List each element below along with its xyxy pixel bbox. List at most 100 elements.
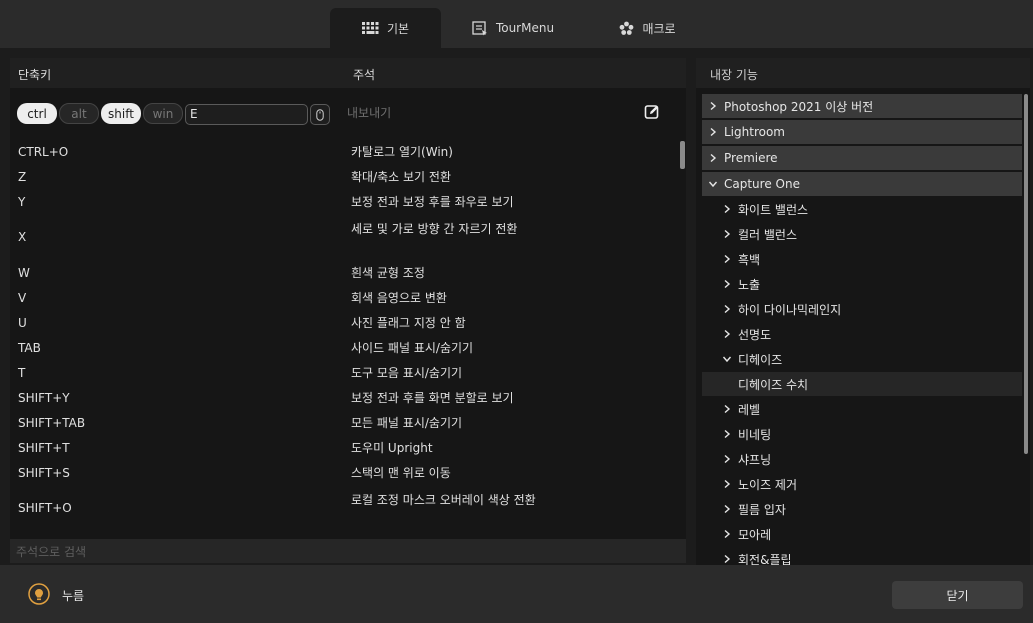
row-key: CTRL+O [18,145,69,159]
comment-input[interactable]: 내보내기 [347,104,391,121]
tab-macro[interactable]: 매크로 [605,8,690,48]
tree-group-label: Premiere [724,151,778,165]
tree-item-label: 레벨 [738,402,761,417]
chevron-right-icon [724,229,731,239]
tree-group-photoshop[interactable]: Photoshop 2021 이상 버전 [702,94,1022,118]
tree-item-color-balance[interactable]: 컬러 밸런스 [718,222,1018,246]
row-comment: 사진 플래그 지정 안 함 [351,316,466,330]
chevron-right-icon [710,153,717,163]
row-comment: 카탈로그 열기(Win) [351,145,453,159]
row-key: SHIFT+TAB [18,416,86,430]
tree-item-noise-reduction[interactable]: 노이즈 제거 [718,472,1018,496]
row-comment: 스택의 맨 위로 이동 [351,466,451,480]
tree-group-capture-one[interactable]: Capture One [702,172,1022,196]
modifier-ctrl-toggle[interactable]: ctrl [17,103,57,124]
edit-icon[interactable] [644,104,660,120]
tree-item-label: 샤프닝 [738,452,772,467]
chevron-right-icon [724,504,731,514]
shortcut-list-scrollbar[interactable] [680,141,685,169]
menu-list-icon [472,20,487,35]
builtin-functions-panel: 내장 기능 Photoshop 2021 이상 버전 Lightroom Pre… [696,58,1030,565]
keyboard-icon [361,22,379,34]
press-label: 누름 [62,589,85,603]
tree-item-label: 컬러 밸런스 [738,227,798,242]
tree-item-rotate-flip[interactable]: 회전&플립 [718,547,1018,565]
tree-group-lightroom[interactable]: Lightroom [702,120,1022,144]
row-comment: 확대/축소 보기 전환 [351,170,451,184]
footer: 누름 닫기 [0,565,1033,623]
tree-item-dehaze[interactable]: 디헤이즈 [718,347,1018,371]
chevron-right-icon [724,204,731,214]
chevron-right-icon [724,554,731,564]
tree-item-label: 노이즈 제거 [738,477,798,492]
tree-group-label: Lightroom [724,125,785,139]
tree-item-film-grain[interactable]: 필름 입자 [718,497,1018,521]
row-key: SHIFT+T [18,441,70,455]
comment-search-input[interactable]: 주석으로 검색 [10,539,686,563]
lightbulb-icon[interactable] [28,583,50,605]
tree-group-premiere[interactable]: Premiere [702,146,1022,170]
tree-item-sharpening[interactable]: 샤프닝 [718,447,1018,471]
shortcut-list-header: 단축키 주석 [10,58,686,88]
chevron-right-icon [710,127,717,137]
modifier-win-toggle[interactable]: win [143,103,183,124]
chevron-right-icon [724,304,731,314]
row-comment: 보정 전과 보정 후를 좌우로 보기 [351,195,514,209]
builtin-tree-scrollbar[interactable] [1024,94,1028,454]
builtin-functions-title: 내장 기능 [710,68,758,82]
tree-item-label: 흑백 [738,252,761,267]
row-comment: 보정 전과 후를 화면 분할로 보기 [351,391,514,405]
row-key: V [18,291,27,305]
tree-item-hdr[interactable]: 하이 다이나믹레인지 [718,297,1018,321]
column-header-key: 단축키 [18,68,52,82]
chevron-right-icon [724,479,731,489]
tree-item-label: 디헤이즈 수치 [738,377,809,392]
chevron-right-icon [724,254,731,264]
modifier-alt-toggle[interactable]: alt [59,103,99,124]
row-key: SHIFT+Y [18,391,70,405]
row-key: SHIFT+S [18,466,70,480]
mouse-button-toggle[interactable] [310,104,330,125]
row-comment: 흰색 균형 조정 [351,266,425,280]
close-button[interactable]: 닫기 [892,581,1023,609]
tab-basic-label: 기본 [386,21,410,36]
tab-tourmenu-label: TourMenu [495,21,555,35]
tree-group-label: Photoshop 2021 이상 버전 [724,99,874,114]
chevron-right-icon [724,529,731,539]
row-key: TAB [18,341,41,355]
tree-item-label: 필름 입자 [738,502,786,517]
column-header-comment: 주석 [353,68,376,82]
row-comment: 모든 패널 표시/숨기기 [351,416,463,430]
row-key: Z [18,170,27,184]
tree-item-label: 디헤이즈 [738,352,783,367]
row-comment: 도우미 Upright [351,441,433,455]
tree-item-white-balance[interactable]: 화이트 밸런스 [718,197,1018,221]
row-comment: 회색 음영으로 변환 [351,291,447,305]
chevron-right-icon [710,101,717,111]
chevron-down-icon [708,181,718,188]
builtin-functions-header: 내장 기능 [696,58,1030,88]
modifier-shift-toggle[interactable]: shift [101,103,141,124]
tree-item-moire[interactable]: 모아레 [718,522,1018,546]
shortcut-panel: 단축키 주석 ctrl alt shift win E 내보내기 CTRL+O 카… [10,58,686,563]
row-comment: 세로 및 가로 방향 간 자르기 전환 [351,222,518,236]
row-comment: 도구 모음 표시/숨기기 [351,366,463,380]
tree-item-label: 비네팅 [738,427,772,442]
tree-item-label: 선명도 [738,327,772,342]
row-key: W [18,266,30,280]
chevron-right-icon [724,329,731,339]
chevron-right-icon [724,454,731,464]
tree-item-exposure[interactable]: 노출 [718,272,1018,296]
tree-item-label: 화이트 밸런스 [738,202,809,217]
tree-group-label: Capture One [724,177,800,191]
tree-item-levels[interactable]: 레벨 [718,397,1018,421]
tab-basic[interactable]: 기본 [330,8,441,48]
tree-item-vignetting[interactable]: 비네팅 [718,422,1018,446]
row-key: U [18,316,27,330]
tab-tourmenu[interactable]: TourMenu [463,8,563,48]
tree-item-clarity[interactable]: 선명도 [718,322,1018,346]
tree-item-black-white[interactable]: 흑백 [718,247,1018,271]
tree-item-label: 모아레 [738,527,772,542]
key-input[interactable]: E [185,104,308,125]
tree-item-dehaze-amount[interactable]: 디헤이즈 수치 [702,372,1022,396]
